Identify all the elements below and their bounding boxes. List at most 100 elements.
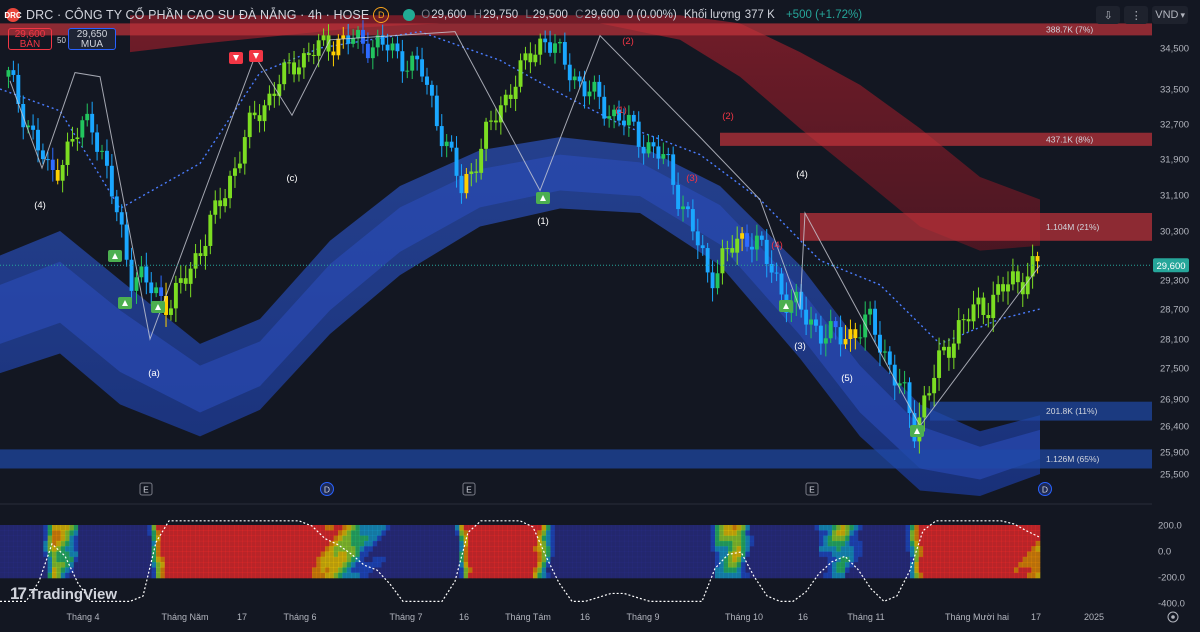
oscillator-cell [671, 525, 677, 531]
oscillator-cell [47, 567, 53, 573]
oscillator-cell [199, 556, 204, 563]
download-icon[interactable]: ⇩ [1096, 6, 1121, 24]
oscillator-cell [446, 572, 451, 579]
oscillator-cell [593, 535, 599, 542]
candle-body [173, 282, 178, 309]
oscillator-cell [936, 562, 941, 568]
oscillator-cell [1014, 556, 1019, 563]
oscillator-cell [507, 567, 512, 573]
oscillator-cell [450, 567, 456, 573]
oscillator-cell [957, 530, 963, 536]
oscillator-cell [320, 530, 326, 536]
oscillator-cell [953, 562, 958, 568]
oscillator-cell [576, 546, 581, 552]
oscillator-cell [52, 572, 57, 579]
oscillator-cell [277, 546, 282, 552]
oscillator-cell [186, 551, 191, 558]
candle-body [986, 314, 991, 319]
oscillator-cell [8, 551, 14, 558]
oscillator-cell [936, 525, 941, 531]
oscillator-cell [546, 546, 551, 552]
oscillator-cell [255, 556, 261, 563]
candle-body [154, 287, 159, 294]
oscillator-cell [173, 530, 178, 536]
oscillator-cell [983, 567, 989, 573]
oscillator-cell [693, 546, 698, 552]
oscillator-cell [676, 546, 681, 552]
symbol-logo[interactable]: DRC [4, 8, 22, 22]
oscillator-cell [689, 567, 694, 573]
candle-body [50, 159, 55, 171]
d-badge[interactable]: D [373, 7, 390, 23]
oscillator-cell [832, 540, 837, 547]
candle-body [188, 268, 193, 284]
oscillator-cell [931, 567, 937, 573]
candle-body [991, 294, 996, 319]
oscillator-cell [507, 525, 512, 531]
oscillator-cell [853, 546, 859, 552]
oscillator-cell [416, 562, 421, 568]
oscillator-cell [806, 525, 811, 531]
time-axis-label: 16 [798, 612, 808, 622]
oscillator-cell [485, 525, 490, 531]
time-axis-label: Tháng 4 [66, 612, 99, 622]
oscillator-cell [797, 535, 802, 542]
oscillator-cell [589, 530, 594, 536]
oscillator-cell [450, 562, 456, 568]
oscillator-cell [203, 567, 209, 573]
candle-body [725, 248, 730, 250]
oscillator-cell [203, 556, 209, 563]
oscillator-cell [346, 567, 352, 573]
oscillator-cell [970, 535, 976, 542]
oscillator-cell [95, 562, 100, 568]
oscillator-cell [940, 562, 945, 568]
oscillator-cell [914, 535, 919, 542]
oscillator-cell [927, 540, 932, 547]
oscillator-cell [138, 551, 144, 558]
oscillator-cell [771, 535, 776, 542]
oscillator-cell [944, 572, 950, 579]
oscillator-cell [875, 546, 880, 552]
chart-area[interactable]: 388.7K (7%) 437.1K (8%) 1.104M (21%) 201.8K… [0, 0, 1200, 627]
oscillator-cell [30, 530, 35, 536]
oscillator-cell [21, 530, 27, 536]
oscillator-cell [962, 530, 967, 536]
oscillator-cell [34, 562, 40, 568]
oscillator-cell [130, 562, 135, 568]
oscillator-cell [472, 567, 477, 573]
oscillator-cell [611, 551, 616, 558]
oscillator-cell [30, 535, 35, 542]
oscillator-cell [108, 540, 113, 547]
oscillator-cell [234, 551, 239, 558]
oscillator-cell [602, 525, 607, 531]
oscillator-cell [702, 556, 707, 563]
oscillator-cell [459, 572, 464, 579]
chart-settings-icon[interactable]: ⋮ [1124, 6, 1149, 24]
oscillator-cell [307, 556, 313, 563]
candle-body [528, 53, 533, 63]
oscillator-cell [806, 551, 811, 558]
oscillator-cell [225, 546, 230, 552]
oscillator-cell [247, 540, 252, 547]
oscillator-cell [73, 556, 79, 563]
oscillator-cell [190, 562, 196, 568]
oscillator-cell [108, 556, 113, 563]
symbol-title[interactable]: DRC · CÔNG TY CỔ PHẦN CAO SU ĐÀ NẴNG · 4… [26, 8, 369, 22]
oscillator-cell [598, 556, 603, 563]
oscillator-cell [563, 572, 568, 579]
oscillator-cell [320, 567, 326, 573]
oscillator-cell [988, 562, 993, 568]
oscillator-cell [268, 546, 274, 552]
sell-button[interactable]: 29,600 BÁN [8, 28, 52, 50]
buy-button[interactable]: 29,650 MUA [68, 28, 116, 50]
oscillator-cell [268, 556, 274, 563]
oscillator-cell [299, 551, 304, 558]
oscillator-cell [273, 535, 278, 542]
oscillator-cell [385, 567, 391, 573]
currency-selector[interactable]: VND ▾ [1152, 6, 1188, 24]
price-chart[interactable]: 388.7K (7%)437.1K (8%)1.104M (21%)201.8K… [0, 0, 1200, 627]
oscillator-cell [69, 562, 74, 568]
tradingview-logo[interactable]: 17 TradingView [10, 584, 117, 604]
time-axis-label: 17 [237, 612, 247, 622]
oscillator-cell [923, 535, 928, 542]
